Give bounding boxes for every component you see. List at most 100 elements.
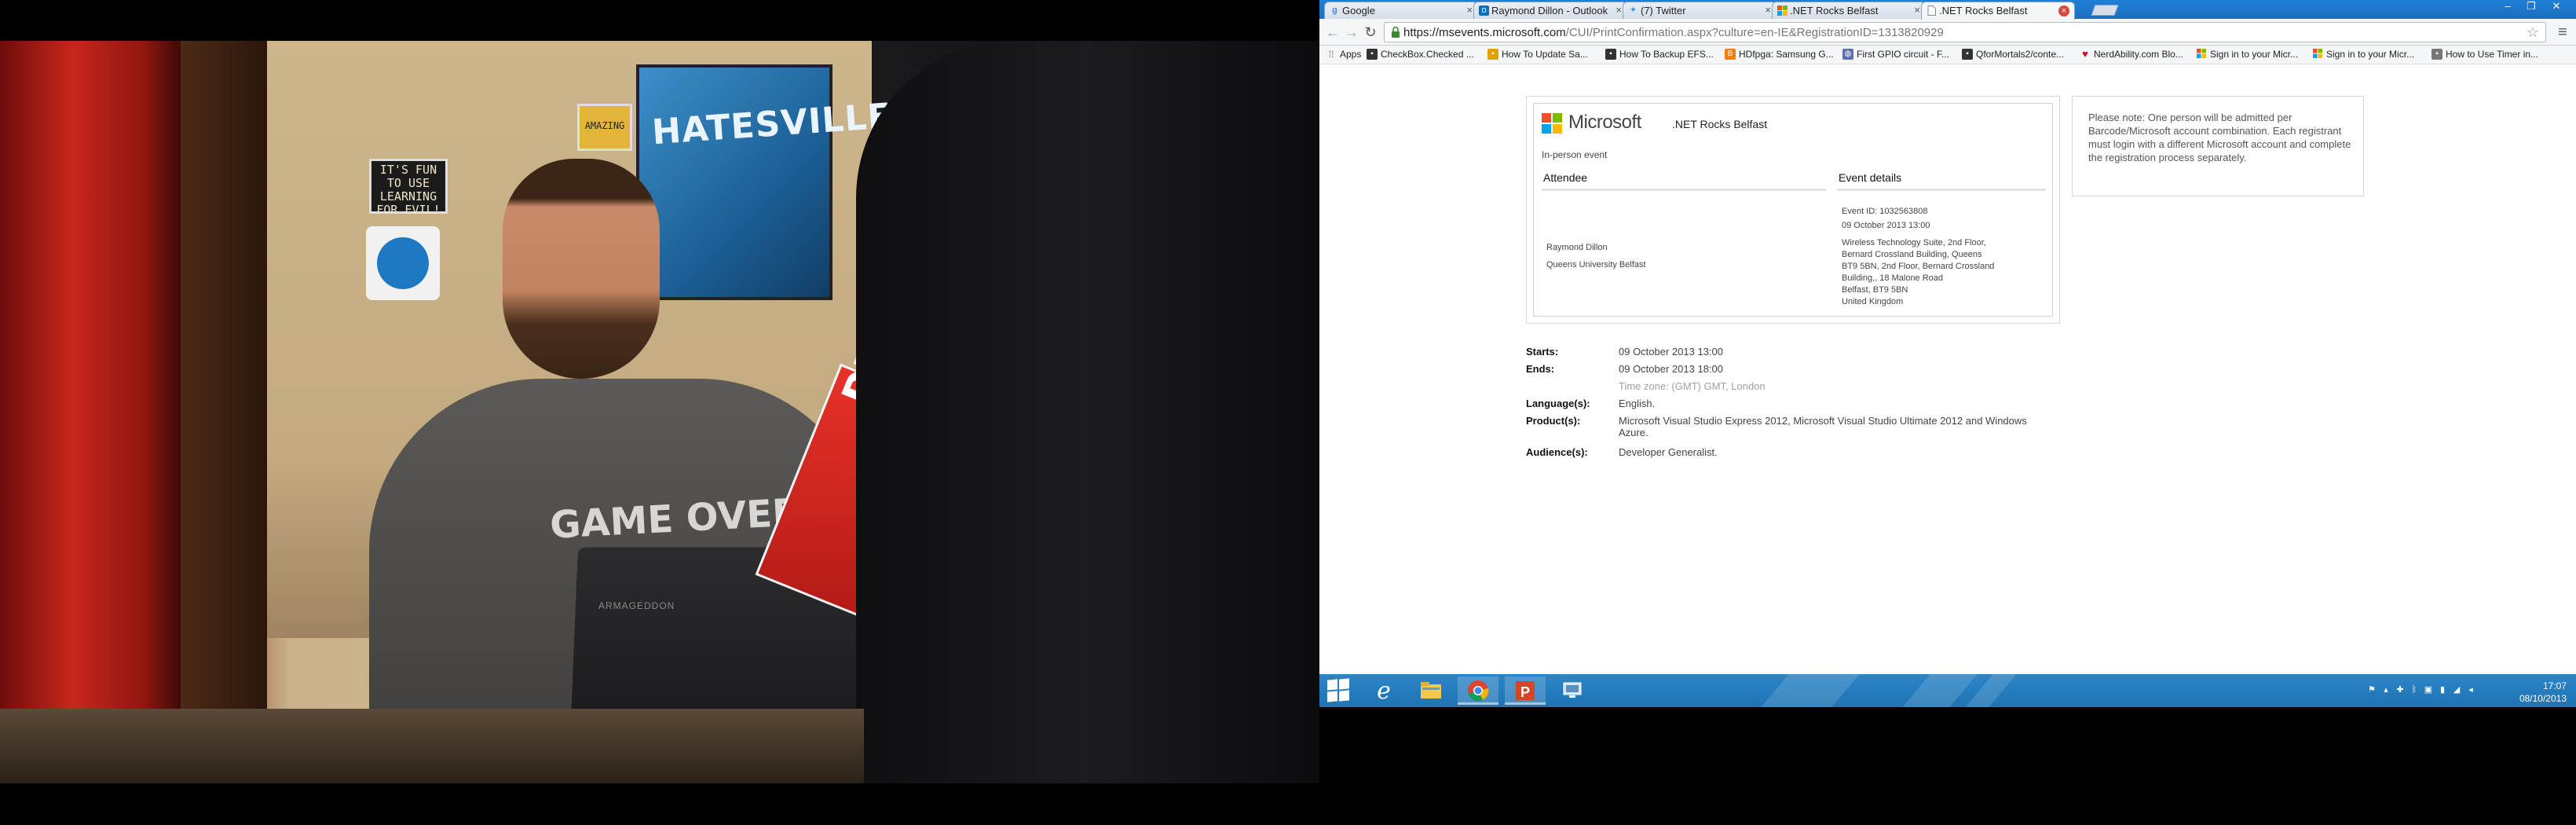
reload-icon[interactable]: ↻ [1362, 24, 1379, 41]
detail-value: Developer Generalist. [1619, 446, 1718, 458]
tab-label: .NET Rocks Belfast [1939, 5, 2028, 16]
detail-label: Audience(s): [1526, 446, 1588, 458]
bookmark-item[interactable]: ▪ How To Backup EFS... [1604, 49, 1714, 60]
file-explorer-icon[interactable] [1411, 676, 1451, 705]
bookmark-star-icon[interactable]: ☆ [2527, 24, 2539, 41]
address-bar[interactable]: https://msevents.microsoft.com/CUI/Print… [1384, 22, 2546, 42]
detail-value: Microsoft Visual Studio Express 2012, Mi… [1619, 415, 2027, 438]
attendee-heading: Attendee [1543, 171, 1588, 184]
event-type: In-person event [1542, 149, 1608, 160]
powerpoint-icon[interactable]: P [1505, 676, 1546, 705]
bookmark-item[interactable]: ▪ QforMortals2/conte... [1960, 49, 2064, 60]
details-divider [1837, 189, 2046, 191]
event-datetime: 09 October 2013 13:00 [1842, 221, 1930, 230]
bookmark-page-icon: ▪ [1367, 49, 1378, 60]
venue-line: BT9 5BN, 2nd Floor, Bernard Crossland [1842, 262, 1995, 271]
bookmark-item[interactable]: Sign in to your Micr... [2311, 49, 2414, 60]
system-tray: ⚑ ▴ ✚ ᛒ ▣ ▮ ◢ ◂ 17:07 08/10/2013 [2367, 679, 2571, 704]
twitter-icon: ✦ [1629, 6, 1637, 15]
detail-label: Product(s): [1526, 415, 1581, 427]
video-laptop-label: ARMAGEDDON [598, 600, 675, 611]
tray-bluetooth-icon[interactable]: ᛒ [2410, 685, 2419, 695]
restore-icon[interactable]: ❐ [2521, 0, 2541, 14]
bookmark-label: NerdAbility.com Blo... [2094, 49, 2183, 60]
clock-date[interactable]: 08/10/2013 [2504, 693, 2567, 704]
new-tab-button[interactable] [2091, 5, 2119, 16]
attendee-organisation: Queens University Belfast [1546, 260, 1646, 270]
close-icon[interactable]: × [2058, 6, 2069, 16]
bookmark-item[interactable]: ▪ CheckBox.Checked ... [1365, 49, 1474, 60]
bookmark-item[interactable]: B HDfpga: Samsung G... [1723, 49, 1834, 60]
video-badge [366, 226, 440, 300]
svg-text:P: P [1520, 684, 1530, 700]
bookmark-label: QforMortals2/conte... [1976, 49, 2065, 60]
minimize-icon[interactable]: – [2497, 0, 2518, 14]
clock-time[interactable]: 17:07 [2504, 680, 2567, 691]
back-arrow-icon[interactable]: ← [1324, 24, 1341, 41]
video-dark-figure [856, 41, 1319, 783]
video-door [181, 41, 267, 783]
video-frame: HATESVILLE! IT'S FUN TO USE LEARNING FOR… [0, 41, 1319, 783]
tray-security-icon[interactable]: ✚ [2395, 685, 2405, 695]
bookmark-apps[interactable]: ⁞⁞ Apps [1324, 49, 1362, 60]
tab-google[interactable]: g Google × [1324, 2, 1478, 19]
video-red-wall [0, 41, 181, 783]
internet-explorer-icon[interactable]: e [1363, 676, 1404, 705]
close-window-icon[interactable]: ✕ [2546, 0, 2567, 14]
page-icon [1927, 6, 1937, 16]
url-host: https://msevents.microsoft.com [1403, 26, 1566, 39]
tray-power-icon[interactable]: ▮ [2438, 685, 2447, 695]
tab-net-rocks-1[interactable]: .NET Rocks Belfast × [1772, 2, 1926, 19]
bookmark-label: First GPIO circuit - F... [1857, 49, 1950, 60]
chrome-icon[interactable] [1458, 676, 1498, 705]
bookmark-item[interactable]: ◍ First GPIO circuit - F... [1841, 49, 1949, 60]
globe-icon: ◍ [1842, 49, 1853, 60]
tab-net-rocks-active[interactable]: .NET Rocks Belfast × [1921, 2, 2075, 20]
svg-text:e: e [1377, 677, 1391, 705]
bookmark-page-icon: ▪ [1605, 49, 1616, 60]
venue-line: Wireless Technology Suite, 2nd Floor, [1842, 238, 1986, 248]
bookmark-label: Sign in to your Micr... [2326, 49, 2415, 60]
bookmark-item[interactable]: ♥ NerdAbility.com Blo... [2078, 49, 2183, 60]
bookmark-item[interactable]: ▪ How To Update Sa... [1486, 49, 1588, 60]
video-desk [0, 709, 864, 783]
outlook-icon: o [1479, 6, 1489, 16]
tab-twitter[interactable]: ✦ (7) Twitter × [1623, 2, 1776, 19]
forward-arrow-icon[interactable]: → [1343, 24, 1360, 41]
bookmark-label: Sign in to your Micr... [2210, 49, 2299, 60]
timezone-value: Time zone: (GMT) GMT, London [1619, 380, 1766, 392]
tray-action-icon[interactable]: ▴ [2381, 685, 2391, 695]
venue-line: Building,, 18 Malone Road [1842, 273, 1944, 283]
windows-start-icon[interactable] [1327, 678, 1351, 702]
venue-line: United Kingdom [1842, 297, 1904, 306]
bookmark-page-icon: ▪ [1962, 49, 1973, 60]
close-icon[interactable]: × [1615, 4, 1622, 16]
confirmation-inner-frame: Microsoft .NET Rocks Belfast In-person e… [1533, 103, 2053, 317]
bookmark-item[interactable]: ▪ How to Use Timer in... [2430, 49, 2538, 60]
microsoft-icon [2312, 49, 2323, 60]
page-viewport: Microsoft .NET Rocks Belfast In-person e… [1319, 64, 2576, 674]
close-icon[interactable]: × [1765, 4, 1771, 16]
remote-desktop-icon[interactable] [1552, 676, 1593, 705]
menu-icon[interactable]: ≡ [2554, 24, 2571, 41]
left-monitor: HATESVILLE! IT'S FUN TO USE LEARNING FOR… [0, 0, 1319, 825]
bookmark-label: How To Backup EFS... [1619, 49, 1714, 60]
url-text: https://msevents.microsoft.com/CUI/Print… [1403, 26, 1944, 39]
microsoft-wordmark: Microsoft [1568, 112, 1641, 133]
tray-network-icon[interactable]: ◢ [2452, 685, 2461, 695]
close-icon[interactable]: × [1914, 4, 1920, 16]
close-icon[interactable]: × [1466, 4, 1473, 16]
tray-device-icon[interactable]: ▣ [2424, 685, 2433, 695]
attendee-divider [1542, 189, 1826, 191]
bookmark-folder-icon: ▪ [1487, 49, 1498, 60]
tab-outlook[interactable]: o Raymond Dillon - Outlook × [1473, 2, 1627, 19]
venue-line: Belfast, BT9 5BN [1842, 285, 1908, 295]
notice-text: Please note: One person will be admitted… [2088, 112, 2351, 163]
tray-flag-icon[interactable]: ⚑ [2367, 685, 2377, 695]
detail-label: Ends: [1526, 363, 1555, 375]
bookmark-item[interactable]: Sign in to your Micr... [2194, 49, 2298, 60]
tray-volume-icon[interactable]: ◂ [2466, 685, 2475, 695]
bookmark-label: How to Use Timer in... [2446, 49, 2539, 60]
detail-value: 09 October 2013 18:00 [1619, 363, 1723, 375]
attendee-name: Raymond Dillon [1546, 243, 1608, 252]
